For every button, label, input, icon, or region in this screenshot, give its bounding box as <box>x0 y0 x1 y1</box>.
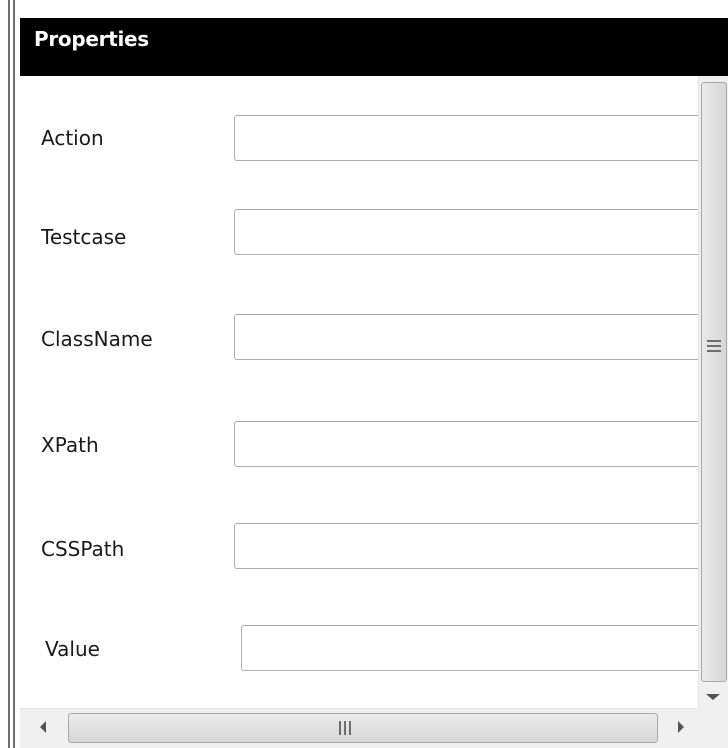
vertical-scrollbar[interactable] <box>698 76 728 708</box>
classname-label: ClassName <box>41 327 153 351</box>
chevron-left-icon[interactable] <box>40 721 46 733</box>
chevron-down-icon[interactable] <box>706 694 720 700</box>
testcase-input[interactable] <box>234 209 704 255</box>
properties-header: Properties <box>20 18 728 76</box>
properties-window: Properties Action Testcase ClassName XPa… <box>0 0 728 748</box>
action-input[interactable] <box>234 115 704 161</box>
csspath-label: CSSPath <box>41 537 125 561</box>
grip-icon <box>339 721 355 735</box>
window-border <box>8 0 10 748</box>
value-label: Value <box>45 637 100 661</box>
classname-input[interactable] <box>234 314 704 360</box>
grip-icon <box>707 340 721 354</box>
testcase-label: Testcase <box>41 225 127 249</box>
scrollbar-corner <box>698 708 728 748</box>
vertical-scroll-thumb[interactable] <box>701 82 727 682</box>
value-input[interactable] <box>241 625 704 671</box>
horizontal-scroll-thumb[interactable] <box>68 713 658 743</box>
properties-panel: Action Testcase ClassName XPath CSSPath … <box>20 76 704 708</box>
window-border-inner <box>13 0 15 748</box>
panel-title: Properties <box>34 27 149 51</box>
chevron-right-icon[interactable] <box>678 721 684 733</box>
xpath-label: XPath <box>41 433 99 457</box>
csspath-input[interactable] <box>234 523 704 569</box>
xpath-input[interactable] <box>234 421 704 467</box>
horizontal-scrollbar[interactable] <box>20 708 698 748</box>
action-label: Action <box>41 126 104 150</box>
